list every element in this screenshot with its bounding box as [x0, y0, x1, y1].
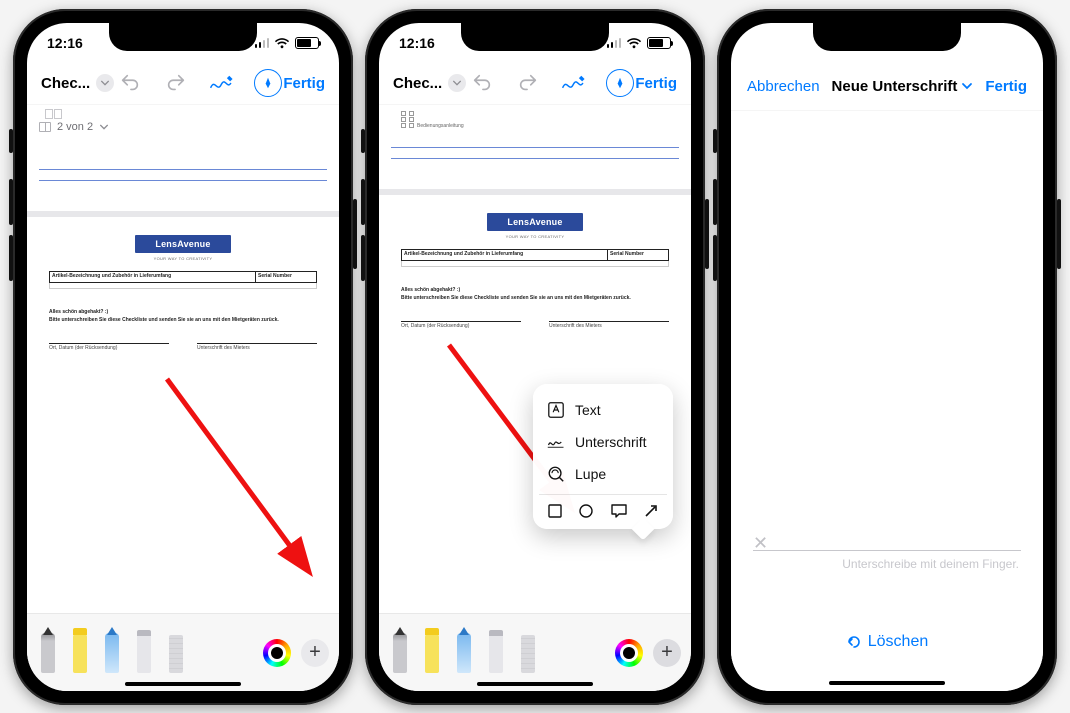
document-canvas[interactable]: Bedienungsanleitung LensAvenue YOUR WAY …	[379, 105, 691, 613]
arrow-shape-icon[interactable]	[643, 503, 659, 519]
signature-nav: Abbrechen Neue Unterschrift Fertig	[731, 63, 1043, 111]
eraser-tool[interactable]	[133, 633, 155, 673]
pen-tool[interactable]	[389, 633, 411, 673]
color-picker[interactable]	[615, 639, 643, 667]
undo-icon[interactable]	[116, 69, 144, 97]
wifi-icon	[274, 37, 290, 49]
pentip-icon[interactable]	[606, 69, 634, 97]
doc-q2: Bitte unterschreiben Sie diese Checklist…	[401, 295, 669, 301]
doc-q1: Alles schön abgehakt? :)	[49, 309, 317, 315]
add-tool-button[interactable]: +	[653, 639, 681, 667]
doc-sig-left: Ort, Datum (der Rücksendung)	[49, 343, 169, 351]
pen-tool[interactable]	[37, 633, 59, 673]
eraser-tool[interactable]	[485, 633, 507, 673]
home-indicator[interactable]	[477, 682, 593, 686]
home-indicator[interactable]	[829, 681, 945, 685]
title-menu-button[interactable]	[448, 74, 466, 92]
doc-sig-right: Unterschrift des Mieters	[197, 343, 317, 351]
done-button[interactable]: Fertig	[985, 78, 1027, 95]
phone-3: Abbrechen Neue Unterschrift Fertig ✕ Unt…	[717, 9, 1057, 705]
notch	[109, 23, 257, 51]
redo-icon[interactable]	[514, 69, 542, 97]
cell-signal-icon	[255, 37, 270, 48]
done-button[interactable]: Fertig	[283, 75, 325, 92]
circle-shape-icon[interactable]	[578, 503, 594, 519]
pentip-icon[interactable]	[254, 69, 282, 97]
nav-bar: Chec...	[27, 63, 339, 105]
popover-loupe[interactable]: Lupe	[539, 458, 667, 490]
cancel-button[interactable]: Abbrechen	[747, 78, 820, 95]
brand-badge: LensAvenue	[487, 213, 583, 231]
redo-icon[interactable]	[162, 69, 190, 97]
markup-toolbar: +	[379, 613, 691, 691]
markup-toolbar: +	[27, 613, 339, 691]
notch	[813, 23, 961, 51]
battery-icon	[647, 37, 671, 49]
home-indicator[interactable]	[125, 682, 241, 686]
square-shape-icon[interactable]	[547, 503, 563, 519]
text-icon	[547, 401, 565, 419]
signature-title-menu[interactable]: Neue Unterschrift	[832, 78, 974, 95]
pencil-tool[interactable]	[453, 633, 475, 673]
brand-tagline: YOUR WAY TO CREATIVITY	[401, 234, 669, 239]
highlighter-tool[interactable]	[69, 633, 91, 673]
doc-q2: Bitte unterschreiben Sie diese Checklist…	[49, 317, 317, 323]
status-time: 12:16	[47, 35, 83, 51]
thumbnail-bar[interactable]: 2 von 2	[27, 105, 339, 139]
wifi-icon	[626, 37, 642, 49]
color-picker[interactable]	[263, 639, 291, 667]
doc-sig-left: Ort, Datum (der Rücksendung)	[401, 321, 521, 329]
ruler-tool[interactable]	[165, 633, 187, 673]
popover-text[interactable]: Text	[539, 394, 667, 426]
signature-baseline: ✕ Unterschreibe mit deinem Finger.	[731, 533, 1043, 571]
undo-icon[interactable]	[468, 69, 496, 97]
document-page: LensAvenue YOUR WAY TO CREATIVITY Artike…	[387, 195, 683, 353]
doc-checklist: Bedienungsanleitung	[387, 105, 683, 129]
loupe-icon	[547, 465, 565, 483]
pencil-tool[interactable]	[101, 633, 123, 673]
undo-small-icon	[846, 634, 862, 650]
brand-badge: LensAvenue	[135, 235, 231, 253]
annotation-arrow	[157, 369, 337, 589]
doc-table-header: Artikel-Bezeichnung und Zubehör in Liefe…	[49, 271, 317, 283]
document-title: Chec...	[393, 75, 442, 92]
nav-bar: Chec...	[379, 63, 691, 105]
doc-table-header: Artikel-Bezeichnung und Zubehör in Liefe…	[401, 249, 669, 261]
document-canvas[interactable]: LensAvenue YOUR WAY TO CREATIVITY Artike…	[27, 139, 339, 613]
clear-signature-button[interactable]: Löschen	[731, 633, 1043, 651]
signature-icon	[547, 433, 565, 451]
done-button[interactable]: Fertig	[635, 75, 677, 92]
battery-icon	[295, 37, 319, 49]
brand-tagline: YOUR WAY TO CREATIVITY	[49, 256, 317, 261]
highlighter-tool[interactable]	[421, 633, 443, 673]
doc-q1: Alles schön abgehakt? :)	[401, 287, 669, 293]
chevron-down-icon	[961, 80, 973, 92]
pages-icon	[39, 122, 51, 132]
title-menu-button[interactable]	[96, 74, 114, 92]
document-title: Chec...	[41, 75, 90, 92]
notch	[461, 23, 609, 51]
add-tool-popover: Text Unterschrift Lupe	[533, 384, 673, 529]
signature-hint: Unterschreibe mit deinem Finger.	[753, 557, 1021, 571]
markup-icon[interactable]	[208, 69, 236, 97]
signature-canvas[interactable]: ✕ Unterschreibe mit deinem Finger. Lösch…	[731, 111, 1043, 691]
speech-bubble-icon[interactable]	[610, 503, 628, 519]
markup-icon[interactable]	[560, 69, 588, 97]
phone-1: 12:16 Chec...	[13, 9, 353, 705]
cell-signal-icon	[607, 37, 622, 48]
page-counter: 2 von 2	[57, 121, 93, 133]
phone-2: 12:16 Chec...	[365, 9, 705, 705]
doc-sig-right: Unterschrift des Mieters	[549, 321, 669, 329]
status-time: 12:16	[399, 35, 435, 51]
popover-signature[interactable]: Unterschrift	[539, 426, 667, 458]
add-tool-button[interactable]: +	[301, 639, 329, 667]
document-page: LensAvenue YOUR WAY TO CREATIVITY Artike…	[35, 217, 331, 375]
ruler-tool[interactable]	[517, 633, 539, 673]
